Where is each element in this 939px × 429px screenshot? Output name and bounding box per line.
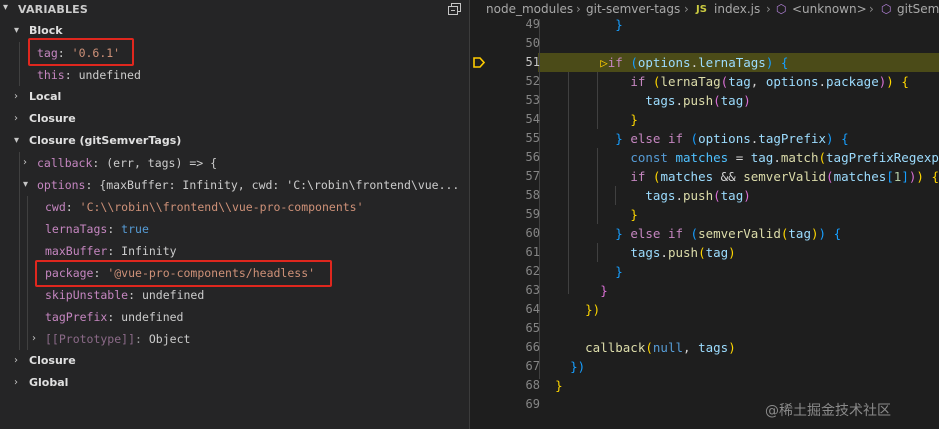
chevron-down-icon[interactable]: ▾	[14, 20, 19, 42]
variable-prototype[interactable]: › [[Prototype]]: Object	[0, 328, 469, 350]
code-editor[interactable]: node_modules › git-semver-tags › JS inde…	[470, 0, 939, 429]
scope-closure-2[interactable]: › Closure	[0, 350, 469, 372]
code-line[interactable]: 49 }	[470, 15, 939, 34]
chevron-down-icon[interactable]: ▾	[23, 174, 28, 196]
variable-options[interactable]: ▾ options: {maxBuffer: Infinity, cwd: 'C…	[0, 174, 469, 196]
code-line[interactable]: 61 tags.push(tag)	[470, 243, 939, 262]
chevron-right-icon[interactable]: ›	[14, 108, 18, 130]
chevron-right-icon[interactable]: ›	[32, 328, 36, 350]
variable-callback[interactable]: › callback: (err, tags) => {	[0, 152, 469, 174]
variable-cwd[interactable]: cwd: 'C:\\robin\\frontend\\vue-pro-compo…	[0, 196, 469, 218]
annotation-box-tag	[28, 38, 134, 66]
code-line[interactable]: 50	[470, 34, 939, 53]
code-line[interactable]: 54 }	[470, 110, 939, 129]
chevron-right-icon[interactable]: ›	[14, 86, 18, 108]
variables-header[interactable]: ▾ VARIABLES	[0, 0, 469, 20]
code-line[interactable]: 66 callback(null, tags)	[470, 338, 939, 357]
code-line[interactable]: 62 }	[470, 262, 939, 281]
variable-tagprefix[interactable]: tagPrefix: undefined	[0, 306, 469, 328]
code-line-active[interactable]: 51 ▷if (options.lernaTags) {	[470, 53, 939, 72]
code-line[interactable]: 56 const matches = tag.match(tagPrefixRe…	[470, 148, 939, 167]
scope-local[interactable]: › Local	[0, 86, 469, 108]
code-line[interactable]: 57 if (matches && semverValid(matches[1]…	[470, 167, 939, 186]
variable-lernatags[interactable]: lernaTags: true	[0, 218, 469, 240]
code-line[interactable]: 59 }	[470, 205, 939, 224]
scope-global[interactable]: › Global	[0, 372, 469, 394]
code-line[interactable]: 64 })	[470, 300, 939, 319]
code-line[interactable]: 53 tags.push(tag)	[470, 91, 939, 110]
chevron-down-icon[interactable]: ▾	[3, 2, 8, 13]
code-line[interactable]: 52 if (lernaTag(tag, options.package)) {	[470, 72, 939, 91]
scope-closure-gitsemvertags[interactable]: ▾ Closure (gitSemverTags)	[0, 130, 469, 152]
code-line[interactable]: 63 }	[470, 281, 939, 300]
chevron-right-icon[interactable]: ›	[14, 350, 18, 372]
variables-panel: ▾ VARIABLES ▾ Block tag: '0.6.1' this: u…	[0, 0, 470, 429]
code-line[interactable]: 60 } else if (semverValid(tag)) {	[470, 224, 939, 243]
chevron-right-icon[interactable]: ›	[14, 372, 18, 394]
code-line[interactable]: 58 tags.push(tag)	[470, 186, 939, 205]
chevron-right-icon[interactable]: ›	[23, 152, 27, 174]
code-line[interactable]: 55 } else if (options.tagPrefix) {	[470, 129, 939, 148]
variable-maxbuffer[interactable]: maxBuffer: Infinity	[0, 240, 469, 262]
watermark: @稀土掘金技术社区	[765, 403, 891, 419]
code-line[interactable]: 67 })	[470, 357, 939, 376]
variable-this[interactable]: this: undefined	[0, 64, 469, 86]
code-line[interactable]: 68 }	[470, 376, 939, 395]
annotation-box-package	[35, 260, 332, 287]
code-line[interactable]: 65	[470, 319, 939, 338]
variable-skipunstable[interactable]: skipUnstable: undefined	[0, 284, 469, 306]
chevron-down-icon[interactable]: ▾	[14, 130, 19, 152]
variables-title: VARIABLES	[18, 3, 88, 16]
scope-closure[interactable]: › Closure	[0, 108, 469, 130]
collapse-all-icon[interactable]	[448, 3, 461, 15]
